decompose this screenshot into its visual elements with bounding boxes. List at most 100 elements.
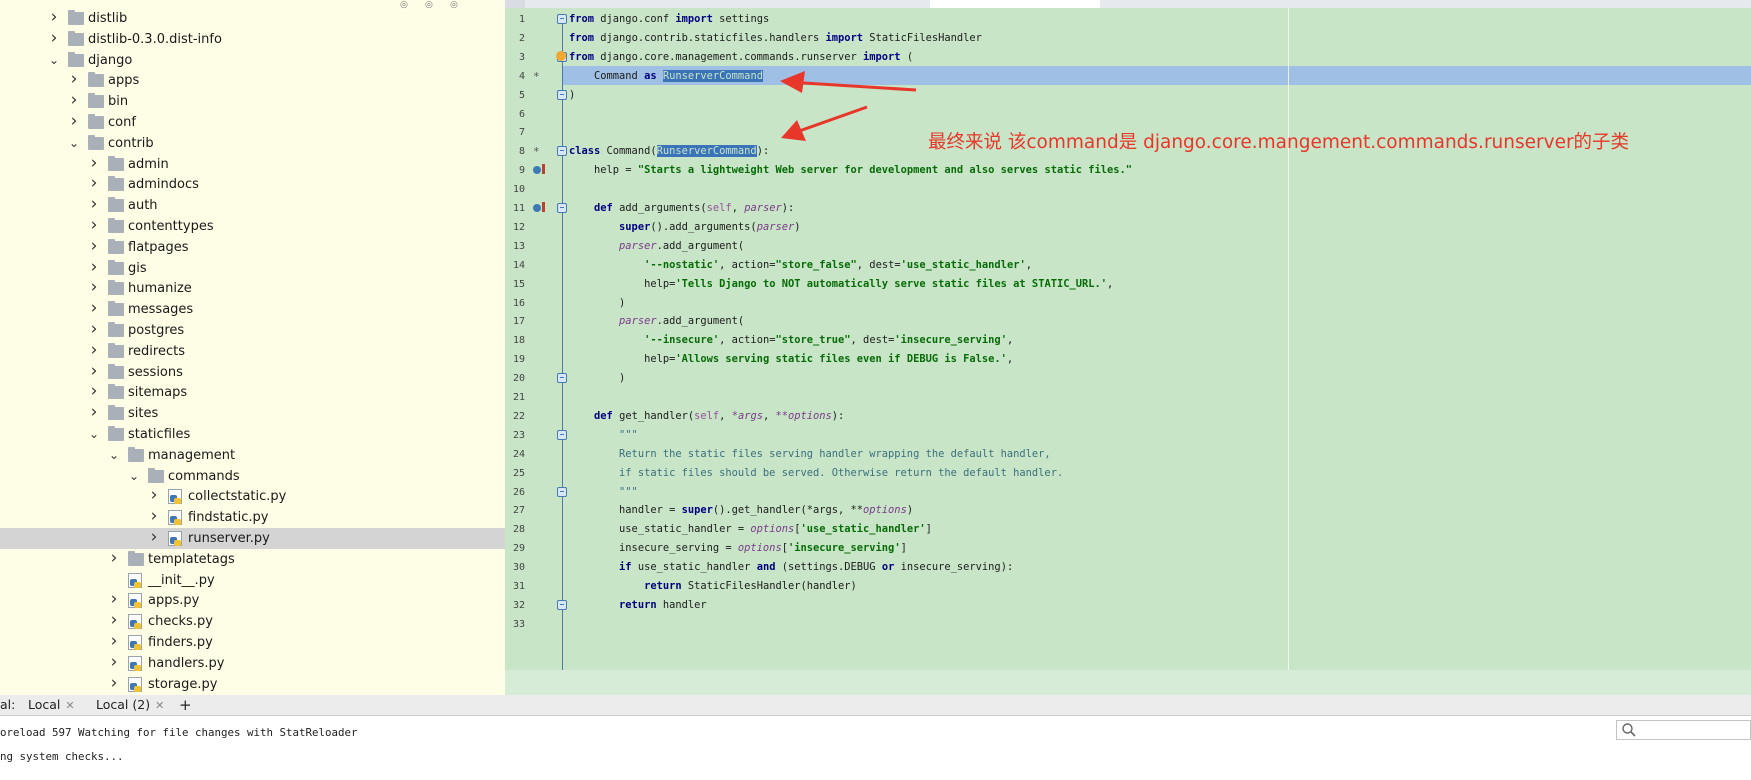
tree-item-label: humanize bbox=[128, 281, 192, 297]
folder-icon bbox=[108, 218, 124, 233]
chevron-right-icon[interactable]: › bbox=[48, 28, 60, 50]
editor-tab[interactable] bbox=[1255, 0, 1421, 8]
tree-item-label: sessions bbox=[128, 364, 183, 380]
folder-icon bbox=[108, 176, 124, 192]
chevron-right-icon[interactable]: › bbox=[88, 195, 100, 216]
tree-item-label: contrib bbox=[108, 135, 154, 151]
tree-folder-item[interactable]: ⌄ management bbox=[0, 445, 505, 466]
tree-file-item[interactable]: __init__.py bbox=[0, 570, 505, 591]
tree-item-label: messages bbox=[128, 302, 194, 318]
chevron-down-icon[interactable]: ⌄ bbox=[48, 50, 60, 71]
folder-icon bbox=[108, 405, 124, 421]
tree-file-item[interactable]: › collectstatic.py bbox=[0, 486, 505, 507]
chevron-right-icon[interactable]: › bbox=[88, 216, 100, 237]
tree-folder-item[interactable]: › gis bbox=[0, 257, 505, 279]
close-icon[interactable]: ✕ bbox=[155, 699, 164, 712]
editor-tab[interactable] bbox=[1675, 0, 1751, 8]
chevron-right-icon[interactable]: › bbox=[108, 673, 120, 695]
chevron-right-icon[interactable]: › bbox=[88, 403, 100, 424]
editor-tab[interactable] bbox=[525, 0, 656, 8]
chevron-right-icon[interactable]: › bbox=[88, 382, 100, 403]
python-file-icon bbox=[128, 635, 142, 650]
tree-file-item[interactable]: › storage.py bbox=[0, 673, 250, 695]
terminal-search-input[interactable] bbox=[1616, 720, 1751, 740]
tree-folder-item[interactable]: › admindocs bbox=[0, 174, 505, 195]
chevron-right-icon[interactable]: › bbox=[88, 257, 100, 279]
folder-icon bbox=[108, 197, 124, 213]
chevron-right-icon[interactable]: › bbox=[68, 70, 80, 91]
tree-folder-item[interactable]: ⌄ contrib bbox=[0, 133, 505, 154]
tree-folder-item[interactable]: › distlib-0.3.0.dist-info bbox=[0, 28, 505, 50]
code-editor[interactable]: 1 2 3 4 5 6 7 8 9 10 11 12 13 14 15 16 17 18 19 20 21 22 23 24 2… bbox=[505, 8, 1751, 695]
chevron-right-icon[interactable]: › bbox=[108, 590, 120, 611]
chevron-down-icon[interactable]: ⌄ bbox=[88, 424, 100, 445]
tree-folder-item[interactable]: › sessions bbox=[0, 361, 505, 383]
chevron-right-icon[interactable]: › bbox=[108, 652, 120, 674]
folder-icon bbox=[108, 426, 124, 441]
folder-icon bbox=[108, 238, 124, 254]
tree-folder-item[interactable]: › flatpages bbox=[0, 236, 505, 258]
tree-folder-item[interactable]: › sites bbox=[0, 403, 505, 424]
chevron-right-icon[interactable]: › bbox=[148, 507, 160, 528]
chevron-right-icon[interactable]: › bbox=[88, 174, 100, 195]
tree-file-item[interactable]: › checks.py bbox=[0, 611, 505, 632]
tree-folder-item[interactable]: › postgres bbox=[0, 320, 505, 341]
terminal-tab-local[interactable]: Local ✕ bbox=[28, 695, 75, 715]
chevron-right-icon[interactable]: › bbox=[68, 91, 80, 112]
tree-folder-item[interactable]: ⌄ commands bbox=[0, 466, 505, 487]
tree-folder-item[interactable]: › apps bbox=[0, 70, 505, 91]
tree-folder-item[interactable]: › auth bbox=[0, 195, 505, 216]
chevron-right-icon[interactable]: › bbox=[148, 528, 160, 549]
editor-tab[interactable] bbox=[775, 0, 931, 8]
tree-folder-item[interactable]: › humanize bbox=[0, 278, 505, 299]
chevron-down-icon[interactable]: ⌄ bbox=[128, 466, 140, 487]
intention-bulb-icon[interactable] bbox=[556, 51, 566, 61]
chevron-right-icon[interactable]: › bbox=[88, 340, 100, 362]
editor-tab[interactable] bbox=[655, 0, 776, 8]
tree-file-item[interactable]: › handlers.py bbox=[0, 652, 505, 674]
tree-file-item[interactable]: › finders.py bbox=[0, 632, 505, 653]
editor-tab[interactable] bbox=[1420, 0, 1566, 8]
tree-folder-item[interactable]: › templatetags bbox=[0, 548, 505, 570]
annotation-note: 最终来说 该command是 django.core.mangement.com… bbox=[928, 132, 1630, 153]
python-file-icon bbox=[128, 655, 142, 671]
tree-file-item[interactable]: › findstatic.py bbox=[0, 507, 505, 528]
tree-file-item[interactable]: › apps.py bbox=[0, 590, 505, 611]
chevron-right-icon[interactable]: › bbox=[68, 112, 80, 133]
tree-item-label: finders.py bbox=[148, 635, 213, 650]
tree-folder-item[interactable]: › admin bbox=[0, 153, 505, 175]
chevron-right-icon[interactable]: › bbox=[88, 299, 100, 320]
chevron-right-icon[interactable]: › bbox=[108, 611, 120, 632]
editor-tab-runserver[interactable] bbox=[930, 0, 1101, 8]
chevron-right-icon[interactable]: › bbox=[88, 153, 100, 175]
tree-folder-item[interactable]: › contenttypes bbox=[0, 216, 505, 237]
tree-folder-item[interactable]: ⌄ staticfiles bbox=[0, 424, 505, 445]
chevron-right-icon[interactable]: › bbox=[88, 278, 100, 299]
chevron-right-icon[interactable]: › bbox=[88, 236, 100, 258]
tree-folder-item[interactable]: › sitemaps bbox=[0, 382, 505, 403]
terminal-tab-bar: al: Local ✕ Local (2) ✕ + bbox=[0, 695, 1751, 716]
tree-file-item[interactable]: › runserver.py bbox=[0, 528, 505, 549]
chevron-down-icon[interactable]: ⌄ bbox=[68, 133, 80, 154]
tree-folder-item[interactable]: › messages bbox=[0, 299, 505, 320]
chevron-right-icon[interactable]: › bbox=[108, 548, 120, 570]
tree-item-label: storage.py bbox=[148, 676, 218, 692]
chevron-right-icon[interactable]: › bbox=[88, 320, 100, 341]
chevron-right-icon[interactable]: › bbox=[88, 361, 100, 383]
editor-tab[interactable] bbox=[1565, 0, 1676, 8]
tree-folder-item[interactable]: › redirects bbox=[0, 340, 505, 362]
terminal-tab-local-2[interactable]: Local (2) ✕ bbox=[96, 695, 164, 715]
tree-folder-item[interactable]: › bin bbox=[0, 91, 505, 112]
tree-item-label: admindocs bbox=[128, 177, 199, 193]
chevron-right-icon[interactable]: › bbox=[108, 632, 120, 653]
tree-folder-item[interactable]: › conf bbox=[0, 112, 505, 133]
editor-tab[interactable] bbox=[1100, 0, 1256, 8]
chevron-right-icon[interactable]: › bbox=[148, 486, 160, 507]
tree-folder-item[interactable]: ⌄ django bbox=[0, 50, 505, 71]
chevron-down-icon[interactable]: ⌄ bbox=[108, 445, 120, 466]
new-terminal-button[interactable]: + bbox=[179, 695, 192, 715]
chevron-right-icon[interactable]: › bbox=[48, 8, 60, 29]
tree-folder-item[interactable]: › distlib bbox=[0, 8, 505, 29]
tree-item-label: collectstatic.py bbox=[188, 489, 287, 505]
close-icon[interactable]: ✕ bbox=[65, 699, 74, 712]
